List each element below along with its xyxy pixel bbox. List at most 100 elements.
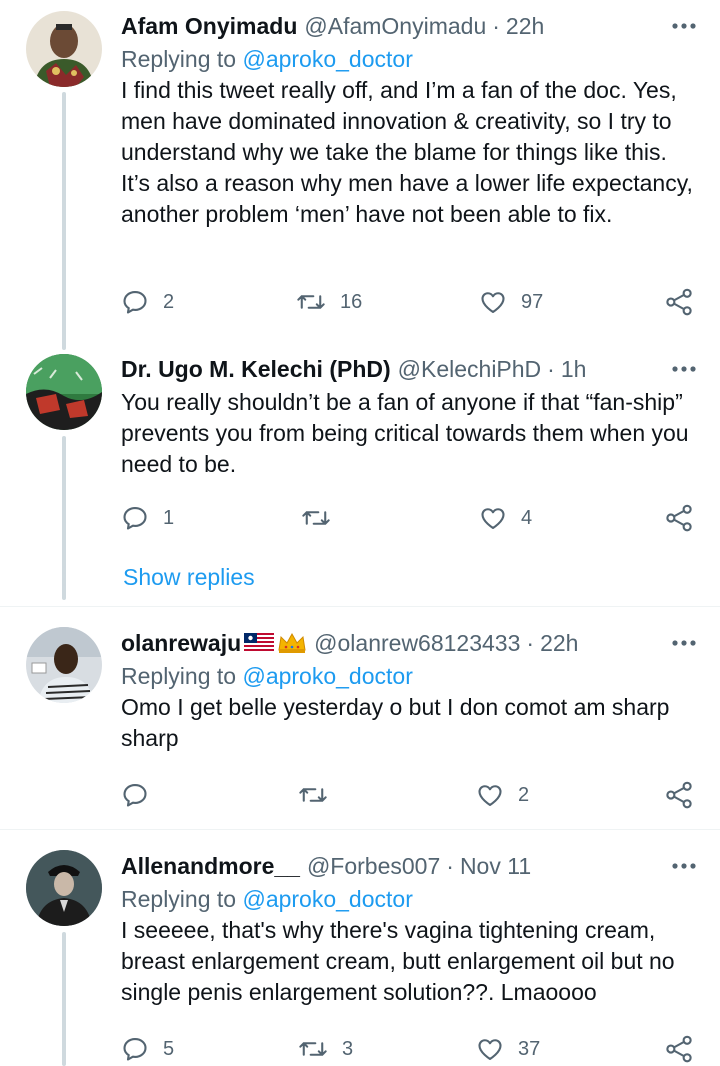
tweet-header: Allenandmore__ @Forbes007 · Nov 11	[121, 848, 696, 884]
reply-icon	[121, 288, 149, 316]
reply-button[interactable]	[121, 775, 149, 815]
tweet-4[interactable]: Allenandmore__ @Forbes007 · Nov 11 Reply…	[0, 830, 720, 1066]
more-icon[interactable]	[656, 8, 696, 44]
action-bar: 5 3 37	[121, 1029, 696, 1066]
display-name[interactable]: Allenandmore__	[121, 853, 300, 880]
tweet-header: Afam Onyimadu @AfamOnyimadu · 22h	[121, 8, 696, 44]
timestamp[interactable]: 1h	[561, 356, 587, 383]
share-button[interactable]	[664, 1029, 694, 1066]
action-bar: 1 4	[121, 498, 696, 538]
replying-to-label: Replying to	[121, 46, 237, 72]
mention-link[interactable]: @aproko_doctor	[242, 663, 412, 689]
share-button[interactable]	[664, 498, 694, 538]
like-count: 4	[521, 506, 533, 529]
retweet-icon	[298, 1035, 328, 1063]
retweet-icon	[296, 288, 326, 316]
share-icon	[664, 503, 694, 533]
reply-icon	[121, 1035, 149, 1063]
display-name[interactable]: Dr. Ugo M. Kelechi (PhD)	[121, 356, 391, 383]
retweet-count: 16	[340, 290, 363, 313]
thread-line	[62, 932, 66, 1066]
retweet-icon	[301, 504, 331, 532]
tweet-text: You really shouldn’t be a fan of anyone …	[121, 389, 689, 477]
separator-dot: ·	[526, 629, 535, 656]
like-icon	[479, 504, 507, 532]
thread-line	[62, 92, 66, 350]
like-button[interactable]: 4	[479, 498, 532, 538]
avatar[interactable]	[26, 850, 102, 926]
liberia-flag-icon	[244, 633, 275, 653]
user-handle[interactable]: @KelechiPhD	[398, 356, 542, 383]
more-icon[interactable]	[656, 848, 696, 884]
tweet-2[interactable]: Dr. Ugo M. Kelechi (PhD) @KelechiPhD · 1…	[0, 350, 720, 606]
user-handle[interactable]: @olanrew68123433	[314, 630, 520, 657]
reply-button[interactable]: 2	[121, 282, 174, 322]
share-icon	[664, 1034, 694, 1064]
user-handle[interactable]: @AfamOnyimadu	[304, 13, 486, 40]
tweet-text: I find this tweet really off, and I’m a …	[121, 77, 693, 227]
separator-dot: ·	[492, 12, 500, 39]
separator-dot: ·	[547, 355, 555, 382]
retweet-button[interactable]	[298, 775, 328, 815]
tweet-content: Allenandmore__ @Forbes007 · Nov 11 Reply…	[121, 848, 696, 1008]
tweet-3[interactable]: olanrewaju @olanrew68123433 · 22h Replyi…	[0, 607, 720, 829]
retweet-button[interactable]: 16	[296, 282, 362, 322]
tweet-content: Dr. Ugo M. Kelechi (PhD) @KelechiPhD · 1…	[121, 351, 696, 480]
tweet-1[interactable]: Afam Onyimadu @AfamOnyimadu · 22h Replyi…	[0, 0, 720, 350]
avatar[interactable]	[26, 11, 102, 87]
tweet-text: I seeeee, that's why there's vagina tigh…	[121, 917, 675, 1005]
reply-button[interactable]: 5	[121, 1029, 174, 1066]
reply-button[interactable]: 1	[121, 498, 174, 538]
timestamp[interactable]: 22h	[540, 630, 578, 657]
display-name[interactable]: Afam Onyimadu	[121, 13, 297, 40]
like-button[interactable]: 97	[479, 282, 543, 322]
share-icon	[664, 780, 694, 810]
share-button[interactable]	[664, 282, 694, 322]
thread-dots	[63, 566, 65, 586]
mention-link[interactable]: @aproko_doctor	[242, 46, 412, 72]
reply-count: 5	[163, 1037, 175, 1060]
reply-icon	[121, 781, 149, 809]
like-icon	[476, 781, 504, 809]
name-emoji	[244, 632, 307, 654]
avatar[interactable]	[26, 627, 102, 703]
share-icon	[664, 287, 694, 317]
avatar[interactable]	[26, 354, 102, 430]
user-handle[interactable]: @Forbes007	[307, 853, 440, 880]
tweet-header: olanrewaju @olanrew68123433 · 22h	[121, 625, 696, 661]
retweet-icon	[298, 781, 328, 809]
mention-link[interactable]: @aproko_doctor	[242, 886, 412, 912]
replying-to: Replying to @aproko_doctor	[121, 44, 696, 75]
retweet-button[interactable]: 3	[298, 1029, 353, 1066]
reply-count: 2	[163, 290, 175, 313]
share-button[interactable]	[664, 775, 694, 815]
replying-to-label: Replying to	[121, 886, 237, 912]
replying-to-label: Replying to	[121, 663, 237, 689]
like-icon	[476, 1035, 504, 1063]
replying-to: Replying to @aproko_doctor	[121, 884, 696, 915]
tweet-content: olanrewaju @olanrew68123433 · 22h Replyi…	[121, 625, 696, 754]
display-name[interactable]: olanrewaju	[121, 630, 241, 657]
action-bar: 2	[121, 775, 696, 815]
like-button[interactable]: 37	[476, 1029, 540, 1066]
like-count: 97	[521, 290, 544, 313]
retweet-count: 3	[342, 1037, 354, 1060]
tweet-text: Omo I get belle yesterday o but I don co…	[121, 694, 670, 751]
separator-dot: ·	[446, 852, 454, 879]
replying-to: Replying to @aproko_doctor	[121, 661, 696, 692]
reply-count: 1	[163, 506, 175, 529]
tweet-header: Dr. Ugo M. Kelechi (PhD) @KelechiPhD · 1…	[121, 351, 696, 387]
more-icon[interactable]	[656, 625, 696, 661]
like-button[interactable]: 2	[476, 775, 529, 815]
crown-icon	[278, 632, 306, 653]
timestamp[interactable]: 22h	[506, 13, 544, 40]
action-bar: 2 16 97	[121, 282, 696, 322]
more-icon[interactable]	[656, 351, 696, 387]
reply-icon	[121, 504, 149, 532]
show-replies-link[interactable]: Show replies	[123, 564, 255, 591]
like-icon	[479, 288, 507, 316]
like-count: 2	[518, 783, 530, 806]
tweet-content: Afam Onyimadu @AfamOnyimadu · 22h Replyi…	[121, 8, 696, 230]
retweet-button[interactable]	[301, 498, 331, 538]
timestamp[interactable]: Nov 11	[460, 853, 531, 880]
